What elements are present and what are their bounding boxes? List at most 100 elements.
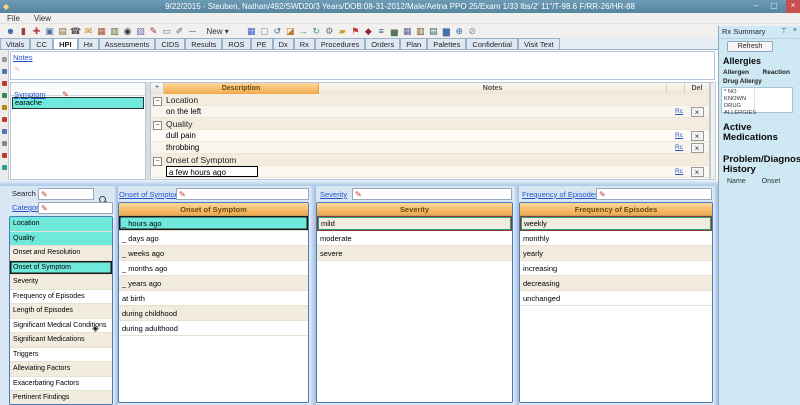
notes-cell[interactable] <box>319 142 667 153</box>
side-strip-icon[interactable] <box>2 57 7 62</box>
onset-input[interactable]: ✎ <box>176 188 309 200</box>
table-row[interactable]: − on the left Rc × <box>151 106 709 118</box>
table-row[interactable]: − dull pain Rc × <box>151 130 709 142</box>
flag-icon[interactable]: ⚑ <box>349 24 362 38</box>
rc-link[interactable]: Rc <box>667 142 685 153</box>
rc-link[interactable]: Rc <box>667 166 685 177</box>
copy-icon[interactable]: ▢ <box>258 24 271 38</box>
list-item[interactable]: Length of Episodes <box>10 304 112 319</box>
collapse-icon[interactable]: − <box>153 121 162 130</box>
rc-link[interactable]: Rc <box>667 106 685 117</box>
notes-cell[interactable] <box>319 118 685 129</box>
folder-icon[interactable]: ▰ <box>336 24 349 38</box>
list-item[interactable]: Severity <box>10 275 112 290</box>
side-strip-icon[interactable] <box>2 105 7 110</box>
new-dropdown[interactable]: New ▾ <box>202 25 234 39</box>
refresh-icon[interactable]: ↻ <box>310 24 323 38</box>
menu-item[interactable]: File <box>0 13 27 24</box>
expand-column-header[interactable]: + <box>151 83 164 94</box>
link-icon[interactable]: ⊘ <box>466 24 479 38</box>
description-cell[interactable]: Quality <box>166 119 192 129</box>
list-item[interactable]: during childhood <box>119 306 308 321</box>
list-item[interactable]: Onset of Symptom <box>10 261 112 276</box>
tab[interactable]: Procedures <box>315 38 365 49</box>
minus-icon[interactable]: ─ <box>186 24 199 38</box>
list-item[interactable]: monthly <box>520 231 712 246</box>
rc-link[interactable]: Rc <box>667 130 685 141</box>
labs-icon[interactable]: ▤ <box>56 24 69 38</box>
chart-up-icon[interactable]: ◪ <box>284 24 297 38</box>
side-strip-icon[interactable] <box>2 81 7 86</box>
severity-link[interactable]: Severity <box>320 190 347 199</box>
list-item[interactable]: moderate <box>317 231 512 246</box>
patient-icon[interactable]: ☻ <box>4 24 17 38</box>
delete-button[interactable]: × <box>691 131 704 141</box>
table-scrollbar[interactable] <box>710 82 716 180</box>
mail-icon[interactable]: ✉ <box>82 24 95 38</box>
scroll-up-icon[interactable]: ^ <box>763 69 767 76</box>
eraser-icon[interactable]: ▭ <box>160 24 173 38</box>
drop-icon[interactable]: ◆ <box>362 24 375 38</box>
symptom-item[interactable]: earache <box>12 97 144 109</box>
calendar-icon[interactable]: ▦ <box>95 24 108 38</box>
save-icon[interactable]: ▦ <box>245 24 258 38</box>
list-item[interactable]: Alleviating Factors <box>10 362 112 377</box>
notes-column-header[interactable]: Notes <box>319 83 667 94</box>
side-strip-icon[interactable] <box>2 153 7 158</box>
list-item[interactable]: _ hours ago <box>119 216 308 231</box>
menu-item[interactable]: View <box>27 13 58 24</box>
description-cell[interactable]: Location <box>166 95 198 105</box>
list-item[interactable]: at birth <box>119 291 308 306</box>
side-strip-icon[interactable] <box>2 69 7 74</box>
tab[interactable]: Results <box>185 38 222 49</box>
list-item[interactable]: Onset and Resolution <box>10 246 112 261</box>
table-row[interactable]: − a few hours ago Rc × <box>151 166 709 178</box>
list-item[interactable]: yearly <box>520 246 712 261</box>
frequency-input[interactable]: ✎ <box>596 188 712 200</box>
frequency-link[interactable]: Frequency of Episodes <box>522 190 599 199</box>
grid-icon[interactable]: ▦ <box>401 24 414 38</box>
search-input[interactable]: ✎ <box>38 188 94 200</box>
side-strip-icon[interactable] <box>2 165 7 170</box>
table-row[interactable]: − throbbing Rc × <box>151 142 709 154</box>
tab[interactable]: Rx <box>294 38 315 49</box>
description-cell[interactable]: on the left <box>166 107 201 116</box>
tab[interactable]: Dx <box>273 38 294 49</box>
list-item[interactable]: _ weeks ago <box>119 246 308 261</box>
side-strip-icon[interactable] <box>2 93 7 98</box>
description-cell[interactable]: throbbing <box>166 143 199 152</box>
tab[interactable]: ROS <box>222 38 250 49</box>
list-item[interactable]: Triggers <box>10 348 112 363</box>
notes-cell[interactable] <box>319 106 667 117</box>
camera-icon[interactable]: ◉ <box>121 24 134 38</box>
list-item[interactable]: Location <box>10 217 112 232</box>
delete-button[interactable]: × <box>691 107 704 117</box>
gear-icon[interactable]: ⚙ <box>323 24 336 38</box>
category-input[interactable]: ✎ <box>38 202 113 214</box>
list-item[interactable]: Pertinent Findings <box>10 391 112 405</box>
refresh-button[interactable]: Refresh <box>727 41 773 52</box>
tab[interactable]: Orders <box>365 38 400 49</box>
table-row[interactable]: − Quality <box>151 118 709 130</box>
list-item[interactable]: mild <box>317 216 512 231</box>
tab[interactable]: Confidential <box>466 38 518 49</box>
description-cell[interactable]: dull pain <box>166 131 196 140</box>
close-icon[interactable]: × <box>793 27 797 34</box>
pencil-icon[interactable]: ✎ <box>147 24 160 38</box>
monitor-icon[interactable]: ▣ <box>43 24 56 38</box>
side-strip-icon[interactable] <box>2 141 7 146</box>
table-row[interactable]: − Onset of Symptom <box>151 154 709 166</box>
collapse-icon[interactable]: − <box>153 97 162 106</box>
table-row[interactable]: − Location <box>151 94 709 106</box>
clipboard-icon[interactable]: ▥ <box>108 24 121 38</box>
list-item[interactable]: _ years ago <box>119 276 308 291</box>
severity-input[interactable]: ✎ <box>352 188 512 200</box>
list-item[interactable]: unchanged <box>520 291 712 306</box>
list-item[interactable]: _ days ago <box>119 231 308 246</box>
vertical-divider[interactable] <box>309 186 316 405</box>
list-item[interactable]: increasing <box>520 261 712 276</box>
minimize-button[interactable]: – <box>748 0 764 12</box>
description-column-header[interactable]: Description <box>164 83 319 94</box>
description-cell[interactable]: Onset of Symptom <box>166 155 236 165</box>
table-icon[interactable]: ▥ <box>414 24 427 38</box>
